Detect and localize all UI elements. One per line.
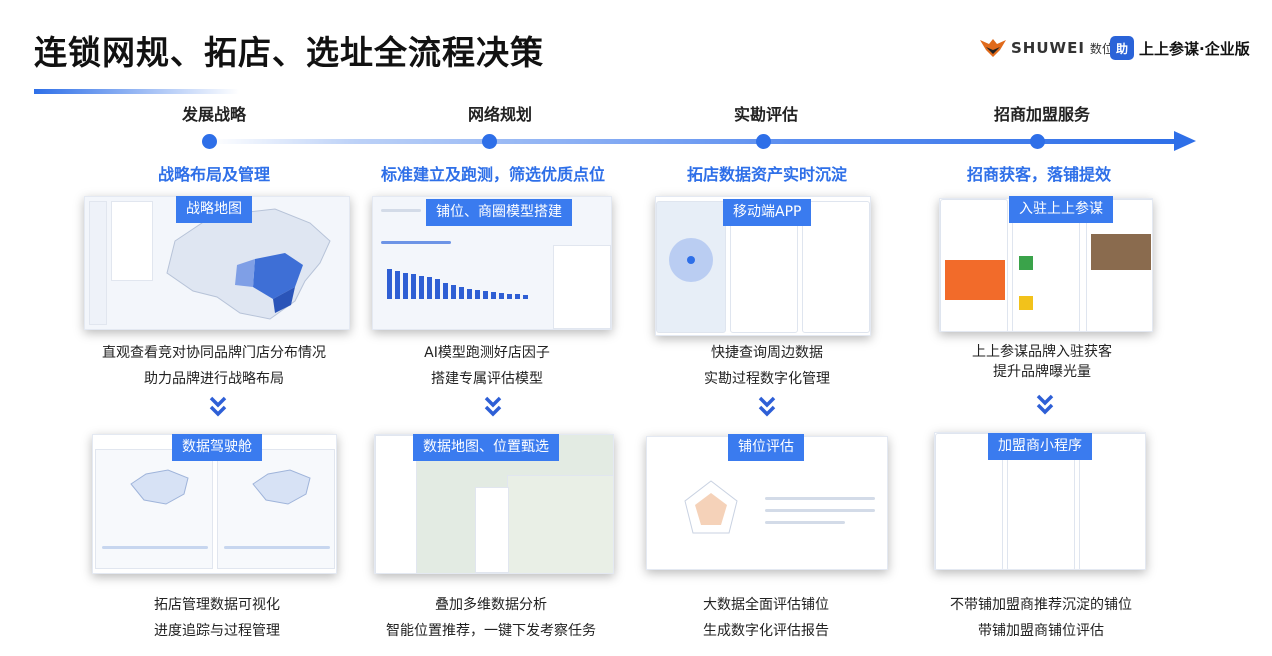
desc-2-top-line2: 搭建专属评估模型 (431, 371, 543, 387)
desc-1-bottom: 拓店管理数据可视化 进度追踪与过程管理 (77, 592, 357, 644)
tag-brand-join: 入驻上上参谋 (1009, 196, 1113, 223)
app-logo: 助 上上参谋·企业版 (1110, 36, 1250, 60)
desc-3-top-line2: 实勘过程数字化管理 (704, 371, 830, 387)
mock-line (765, 497, 875, 500)
brand-logo (1019, 256, 1033, 270)
stage-1: 发展战略 (181, 105, 246, 124)
tag-mobile-app: 移动端APP (723, 199, 812, 226)
stage-3: 实勘评估 (733, 105, 798, 124)
phone-map (656, 201, 726, 333)
page-title: 连锁网规、拓店、选址全流程决策 (34, 33, 544, 72)
stage-4: 招商加盟服务 (993, 105, 1090, 124)
mock-line (224, 546, 330, 549)
desc-2-top: AI模型跑测好店因子 搭建专属评估模型 (347, 340, 627, 392)
double-chevron-down-icon (209, 396, 227, 417)
stage-2: 网络规划 (467, 105, 532, 124)
tag-franchise-mini-program: 加盟商小程序 (988, 433, 1092, 460)
app-badge-icon: 助 (1110, 36, 1134, 60)
mock-line (381, 241, 451, 244)
desc-4-top: 上上参谋品牌入驻获客 提升品牌曝光量 (902, 340, 1182, 382)
data-map-zoom (507, 475, 613, 573)
phone-home (940, 199, 1008, 331)
desc-3-bottom: 大数据全面评估铺位 生成数字化评估报告 (626, 592, 906, 644)
subtitle-4: 招商获客，落铺提效 (966, 165, 1111, 184)
map-sidebar (89, 201, 107, 325)
brand-logo (1019, 296, 1033, 310)
shuwei-logo: SHUWEI 数位 (980, 38, 1114, 58)
radar-chart-icon (684, 480, 738, 534)
desc-2-bottom: 叠加多维数据分析 智能位置推荐，一键下发考察任务 (351, 592, 631, 644)
desc-3-bottom-line1: 大数据全面评估铺位 (703, 597, 829, 613)
tag-model-building: 铺位、商圈模型搭建 (426, 199, 572, 226)
shuwei-mark: SHUWEI (1011, 39, 1085, 57)
desc-4-bottom: 不带铺加盟商推荐沉淀的铺位 带铺加盟商铺位评估 (901, 592, 1181, 644)
data-map-filter (475, 487, 509, 573)
timeline-dot-2 (482, 134, 497, 149)
tag-strategy-map: 战略地图 (176, 196, 252, 223)
desc-3-bottom-line2: 生成数字化评估报告 (703, 623, 829, 639)
desc-3-top: 快捷查询周边数据 实勘过程数字化管理 (627, 340, 907, 392)
title-underline (34, 89, 239, 94)
mock-line (765, 521, 845, 524)
timeline-dot-4 (1030, 134, 1045, 149)
subtitle-2: 标准建立及跑测，筛选优质点位 (380, 165, 605, 184)
model-list-panel (553, 245, 611, 329)
timeline-dot-3 (756, 134, 771, 149)
double-chevron-down-icon (758, 396, 776, 417)
desc-4-bottom-line1: 不带铺加盟商推荐沉淀的铺位 (950, 597, 1132, 613)
desc-1-top-line2: 助力品牌进行战略布局 (144, 371, 284, 387)
mini-map-icon (130, 469, 189, 505)
phone-grid (802, 201, 870, 333)
tag-shop-evaluation: 铺位评估 (728, 434, 804, 461)
tag-data-map: 数据地图、位置甄选 (413, 434, 559, 461)
subtitle-1: 战略布局及管理 (157, 165, 270, 184)
store-photo (1091, 234, 1151, 270)
desc-1-bottom-line1: 拓店管理数据可视化 (154, 597, 280, 613)
data-map-sidebar (375, 435, 417, 573)
desc-2-bottom-line1: 叠加多维数据分析 (435, 597, 547, 613)
tag-dashboard: 数据驾驶舱 (172, 434, 262, 461)
desc-1-bottom-line2: 进度追踪与过程管理 (154, 623, 280, 639)
mini-map-icon (252, 469, 311, 505)
dashboard-panel-left (95, 449, 213, 569)
desc-4-top-line1: 上上参谋品牌入驻获客 (972, 344, 1112, 360)
desc-2-top-line1: AI模型跑测好店因子 (424, 345, 550, 361)
subtitle-3: 拓店数据资产实时沉淀 (686, 165, 847, 184)
double-chevron-down-icon (1036, 394, 1054, 415)
mock-line (102, 546, 208, 549)
double-chevron-down-icon (484, 396, 502, 417)
desc-1-top: 直观查看竞对协同品牌门店分布情况 助力品牌进行战略布局 (74, 340, 354, 392)
desc-2-bottom-line2: 智能位置推荐，一键下发考察任务 (386, 623, 596, 639)
bar-ranking-icon (387, 269, 528, 299)
mock-line (765, 509, 875, 512)
desc-3-top-line1: 快捷查询周边数据 (711, 345, 823, 361)
desc-1-top-line1: 直观查看竞对协同品牌门店分布情况 (102, 345, 326, 361)
timeline-dot-1 (202, 134, 217, 149)
fox-logo-icon (980, 39, 1006, 57)
desc-4-bottom-line2: 带铺加盟商铺位评估 (978, 623, 1104, 639)
app-name: 上上参谋·企业版 (1139, 39, 1250, 58)
desc-4-top-line2: 提升品牌曝光量 (993, 364, 1091, 380)
map-radius-icon (669, 238, 713, 282)
dashboard-panel-right (217, 449, 335, 569)
promo-banner (945, 260, 1005, 300)
arrow-right-icon (1174, 131, 1196, 151)
mock-line (381, 209, 421, 212)
